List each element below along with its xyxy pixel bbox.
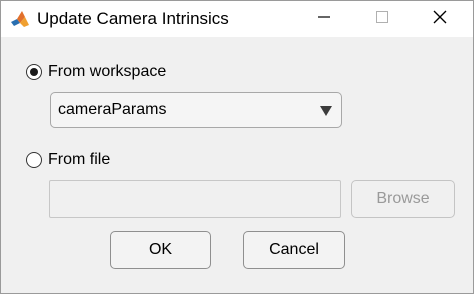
dropdown-arrow-icon: [320, 106, 332, 116]
maximize-icon: [376, 10, 388, 28]
title-bar[interactable]: Update Camera Intrinsics: [1, 1, 473, 37]
from-file-radio[interactable]: [26, 152, 42, 168]
dropdown-value: cameraParams: [58, 101, 167, 118]
browse-button[interactable]: Browse: [351, 180, 455, 218]
close-button[interactable]: [417, 1, 463, 37]
matlab-icon: [10, 9, 30, 29]
file-path-input[interactable]: [49, 180, 341, 218]
ok-button[interactable]: OK: [110, 231, 211, 269]
from-workspace-label[interactable]: From workspace: [48, 63, 166, 81]
from-workspace-radio[interactable]: [26, 64, 42, 80]
dialog-window: Update Camera Intrinsics From workspace …: [0, 0, 474, 294]
minimize-icon: [318, 10, 330, 28]
minimize-button[interactable]: [301, 1, 347, 37]
maximize-button[interactable]: [359, 1, 405, 37]
dialog-content: From workspace cameraParams From file Br…: [1, 37, 473, 293]
workspace-variable-dropdown[interactable]: cameraParams: [50, 92, 342, 128]
window-title: Update Camera Intrinsics: [37, 9, 229, 28]
from-file-label[interactable]: From file: [48, 151, 110, 169]
close-icon: [433, 10, 447, 29]
cancel-button[interactable]: Cancel: [243, 231, 345, 269]
radio-selected-dot: [30, 68, 38, 76]
